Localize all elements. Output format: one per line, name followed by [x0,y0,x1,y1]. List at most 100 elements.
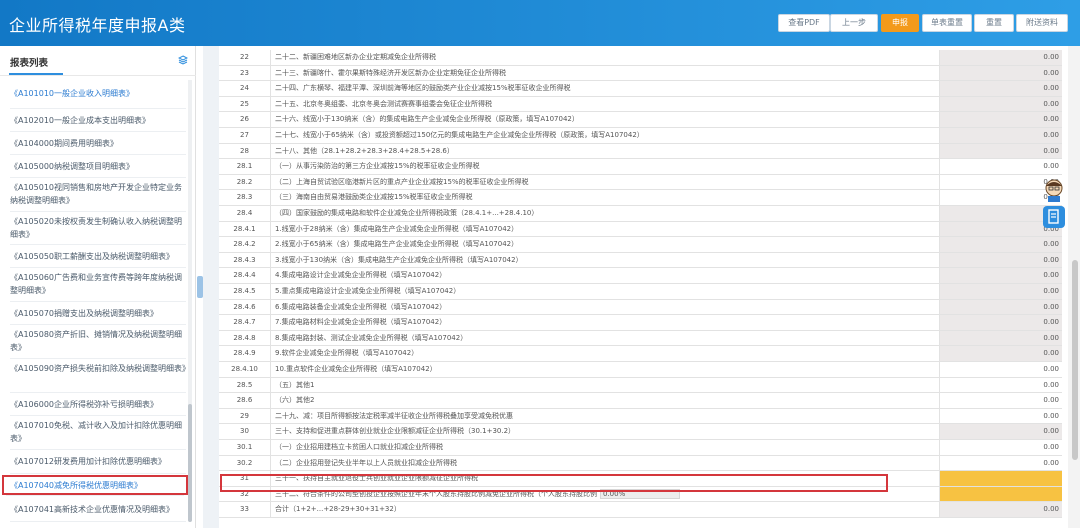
row-item-name: 2.线宽小于65纳米（含）集成电路生产企业减免企业所得税（填写A107042） [271,237,940,252]
row-item-label: 5.重点集成电路设计企业减免企业所得税（填写A107042） [275,287,461,295]
row-number: 28.4.7 [219,315,271,330]
row-value-cell: 0.00 [940,284,1062,299]
sidebar-item-a106000[interactable]: 《A106000企业所得税弥补亏损明细表》 [10,393,186,416]
row-value-cell: 0.00 [940,330,1062,346]
row-item-label: （二）企业招用登记失业半年以上人员就业扣减企业所得税 [275,458,457,467]
row-item-label: （五）其他1 [275,380,315,389]
row-value-cell: 0.00 [940,128,1062,143]
row-item-name: 二十六、线宽小于130纳米（含）的集成电路生产企业减免企业所得税（原政策，填写A… [271,112,940,127]
sidebar-item-a107012[interactable]: 《A107012研发费用加计扣除优惠明细表》 [10,450,186,474]
row-item-label: 10.重点软件企业减免企业所得税（填写A107042） [275,365,437,373]
row-item-name: 5.重点集成电路设计企业减免企业所得税（填写A107042） [271,284,940,299]
sidebar-item-a105010[interactable]: 《A105010视同销售和房地产开发企业特定业务纳税调整明细表》 [10,178,186,212]
row-item-name: 二十八、其他（28.1+28.2+28.3+28.4+28.5+28.6） [271,143,940,159]
row-number: 28.4.10 [219,362,271,377]
table-row: 28 二十八、其他（28.1+28.2+28.3+28.4+28.5+28.6） 0… [219,143,1062,160]
row-value-cell[interactable] [940,471,1062,486]
row-item-name: （六）其他2 [271,393,940,408]
row-number: 28.3 [219,190,271,205]
row-value-cell: 0.00 [940,50,1062,65]
view-pdf-button[interactable]: 查看PDF [778,14,830,32]
sidebar-scrollbar-thumb[interactable] [188,404,192,522]
table-row: 28.2 （二）上海自贸试验区临港新片区的重点产业企业减按15%的税率征收企业所得… [219,174,1062,191]
content-gutter [203,46,219,528]
row-item-name: 二十四、广东横琴、福建平潭、深圳前海等地区的鼓励类产业企业减按15%税率征收企业… [271,81,940,96]
row-value-cell: 0.00 [940,424,1062,439]
row-number: 24 [219,81,271,96]
row-item-name: 二十七、线宽小于65纳米（含）或投资额超过150亿元的集成电路生产企业减免企业所… [271,128,940,143]
row-item-label: 6.集成电路装备企业减免企业所得税（填写A107042） [275,302,447,311]
table-row: 28.3（三）海南自由贸易港鼓励类企业减按15%税率征收企业所得税0.00 [219,190,1062,206]
row-value-cell: 0.00 [940,143,1062,159]
assistant-avatar-icon[interactable] [1042,178,1066,202]
row-number: 22 [219,50,271,65]
sidebar-item-a105050[interactable]: 《A105050职工薪酬支出及纳税调整明细表》 [10,245,186,268]
sidebar-item-a107041[interactable]: 《A107041高新技术企业优惠情况及明细表》 [10,498,186,522]
sidebar-item-a105020[interactable]: 《A105020未按权责发生制确认收入纳税调整明细表》 [10,212,186,245]
row-value-cell[interactable]: 0.00 [940,378,1062,393]
sidebar-collapse-handle[interactable] [197,276,203,298]
row-number: 28.4.1 [219,221,271,237]
sidebar-item-a104000[interactable]: 《A104000期间费用明细表》 [10,132,186,155]
row-item-name: 三十、支持和促进重点群体创业就业企业限额减征企业所得税（30.1+30.2） [271,424,940,439]
row-value-cell: 0.00 [940,315,1062,330]
sidebar-item-a105000[interactable]: 《A105000纳税调整项目明细表》 [10,155,186,178]
row-item-name: 二十五、北京冬奥组委、北京冬奥会测试赛赛事组委会免征企业所得税 [271,96,940,112]
row-value-cell: 0.00 [940,96,1062,112]
sidebar-item-a105080[interactable]: 《A105080资产折旧、摊销情况及纳税调整明细表》 [10,325,186,359]
row-item-label: 三十、支持和促进重点群体创业就业企业限额减征企业所得税（30.1+30.2） [275,427,516,436]
row-number: 28.4.8 [219,330,271,346]
table-row: 30.2 （二）企业招用登记失业半年以上人员就业扣减企业所得税 0.00 [219,455,1062,472]
row-number: 28.4 [219,206,271,221]
row-item-label: （三）海南自由贸易港鼓励类企业减按15%税率征收企业所得税 [275,193,473,202]
row-item-name: 10.重点软件企业减免企业所得税（填写A107042） [271,362,940,377]
reset-sheet-button[interactable]: 单表重置 [922,14,972,32]
table-scrollbar-thumb[interactable] [1072,260,1078,460]
declare-button[interactable]: 申报 [881,14,919,32]
row-value-cell[interactable]: 0.00 [940,409,1062,424]
layers-icon[interactable] [178,55,188,65]
sidebar-item-a105060[interactable]: 《A105060广告费和业务宣传费等跨年度纳税调整明细表》 [10,268,186,302]
sidebar-item-a102010[interactable]: 《A102010一般企业成本支出明细表》 [10,109,186,132]
sidebar-item-a101010[interactable]: 《A101010一般企业收入明细表》 [10,87,186,109]
row-value-cell[interactable]: 0.00 [940,159,1062,174]
row-value-cell[interactable] [940,486,1062,502]
row-number: 28.4.4 [219,268,271,283]
row-value-cell[interactable]: 0.00 [940,393,1062,408]
sidebar-item-a105070[interactable]: 《A105070捐赠支出及纳税调整明细表》 [10,302,186,325]
row-value-cell: 0.00 [940,252,1062,268]
table-row: 25 二十五、北京冬奥组委、北京冬奥会测试赛赛事组委会免征企业所得税 0.00 [219,96,1062,113]
table-row: 23 二十三、新疆喀什、霍尔果斯特殊经济开发区新办企业定期免征企业所得税 0.00 [219,65,1062,82]
row-item-label: 二十八、其他（28.1+28.2+28.3+28.4+28.5+28.6） [275,146,454,155]
row-item-name: 9.软件企业减免企业所得税（填写A107042） [271,346,940,361]
row-number: 28.4.2 [219,237,271,252]
row-value-cell[interactable]: 0.00 [940,362,1062,377]
row-value-cell: 0.00 [940,237,1062,252]
row-item-label: 2.线宽小于65纳米（含）集成电路生产企业减免企业所得税（填写A107042） [275,240,519,249]
row-item-name: 3.线宽小于130纳米（含）集成电路生产企业减免企业所得税（填写A107042） [271,252,940,268]
row-number: 28.6 [219,393,271,408]
row-item-label: 7.集成电路材料企业减免企业所得税（填写A107042） [275,318,447,327]
row-item-name: （二）企业招用登记失业半年以上人员就业扣减企业所得税 [271,455,940,471]
row-number: 28.4.9 [219,346,271,361]
document-helper-icon[interactable] [1042,205,1066,229]
table-row: 29 二十九、减：项目所得额按法定税率减半征收企业所得税叠加享受减免税优惠 0.00 [219,408,1062,425]
row-item-name: 二十三、新疆喀什、霍尔果斯特殊经济开发区新办企业定期免征企业所得税 [271,65,940,81]
sidebar-item-a105090[interactable]: 《A105090资产损失税前扣除及纳税调整明细表》 [10,359,190,393]
row-item-name: 二十二、新疆困难地区新办企业定期减免企业所得税 [271,50,940,65]
sidebar-item-a107010[interactable]: 《A107010免税、减计收入及加计扣除优惠明细表》 [10,416,186,450]
attachments-button[interactable]: 附送资料 [1016,14,1068,32]
table-row: 24 二十四、广东横琴、福建平潭、深圳前海等地区的鼓励类产业企业减按15%税率征收… [219,81,1062,97]
row-number: 33 [219,502,271,517]
row-item-label: 合计（1+2+...+28-29+30+31+32） [275,505,401,514]
previous-step-button[interactable]: 上一步 [830,14,878,32]
row-item-label: 3.线宽小于130纳米（含）集成电路生产企业减免企业所得税（填写A107042） [275,255,523,264]
sidebar-title-underline [9,73,63,75]
row-value-cell: 0.00 [940,65,1062,81]
row-item-name: 1.线宽小于28纳米（含）集成电路生产企业减免企业所得税（填写A107042） [271,221,940,237]
table-row: 28.4.10 10.重点软件企业减免企业所得税（填写A107042） 0.00 [219,362,1062,378]
row-value-cell: 0.00 [940,502,1062,517]
row-item-label: 1.线宽小于28纳米（含）集成电路生产企业减免企业所得税（填写A107042） [275,224,519,233]
table-row: 22 二十二、新疆困难地区新办企业定期减免企业所得税 0.00 [219,50,1062,66]
reset-button[interactable]: 重置 [974,14,1014,32]
